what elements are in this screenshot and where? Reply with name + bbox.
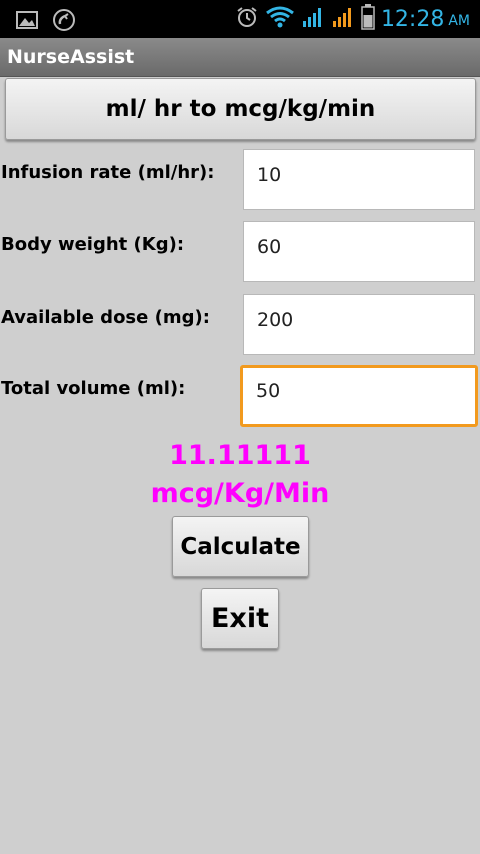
signal-2-icon	[331, 5, 355, 33]
gallery-icon	[16, 10, 38, 34]
infusion-rate-label: Infusion rate (ml/hr):	[1, 162, 215, 183]
missed-call-icon	[52, 8, 76, 36]
available-dose-input[interactable]: 200	[243, 294, 475, 355]
result-unit: mcg/Kg/Min	[150, 478, 330, 509]
signal-1-icon	[301, 5, 325, 33]
conversion-mode-button[interactable]: ml/ hr to mcg/kg/min	[5, 78, 476, 140]
body-weight-label: Body weight (Kg):	[1, 234, 185, 255]
status-bar: 12:28 AM	[0, 0, 480, 38]
body-weight-input[interactable]: 60	[243, 221, 475, 282]
app-title: NurseAssist	[7, 46, 135, 68]
available-dose-label: Available dose (mg):	[1, 307, 210, 328]
result-value: 11.11111	[169, 440, 311, 471]
exit-button[interactable]: Exit	[201, 588, 279, 649]
infusion-rate-input[interactable]: 10	[243, 149, 475, 210]
wifi-icon	[265, 5, 295, 33]
clock-ampm: AM	[448, 13, 470, 29]
alarm-icon	[235, 5, 259, 33]
battery-icon	[361, 4, 375, 34]
calculate-button[interactable]: Calculate	[172, 516, 309, 577]
app-title-bar: NurseAssist	[0, 38, 480, 77]
total-volume-label: Total volume (ml):	[1, 378, 186, 399]
total-volume-input[interactable]: 50	[240, 365, 478, 427]
clock-time: 12:28	[380, 6, 445, 32]
